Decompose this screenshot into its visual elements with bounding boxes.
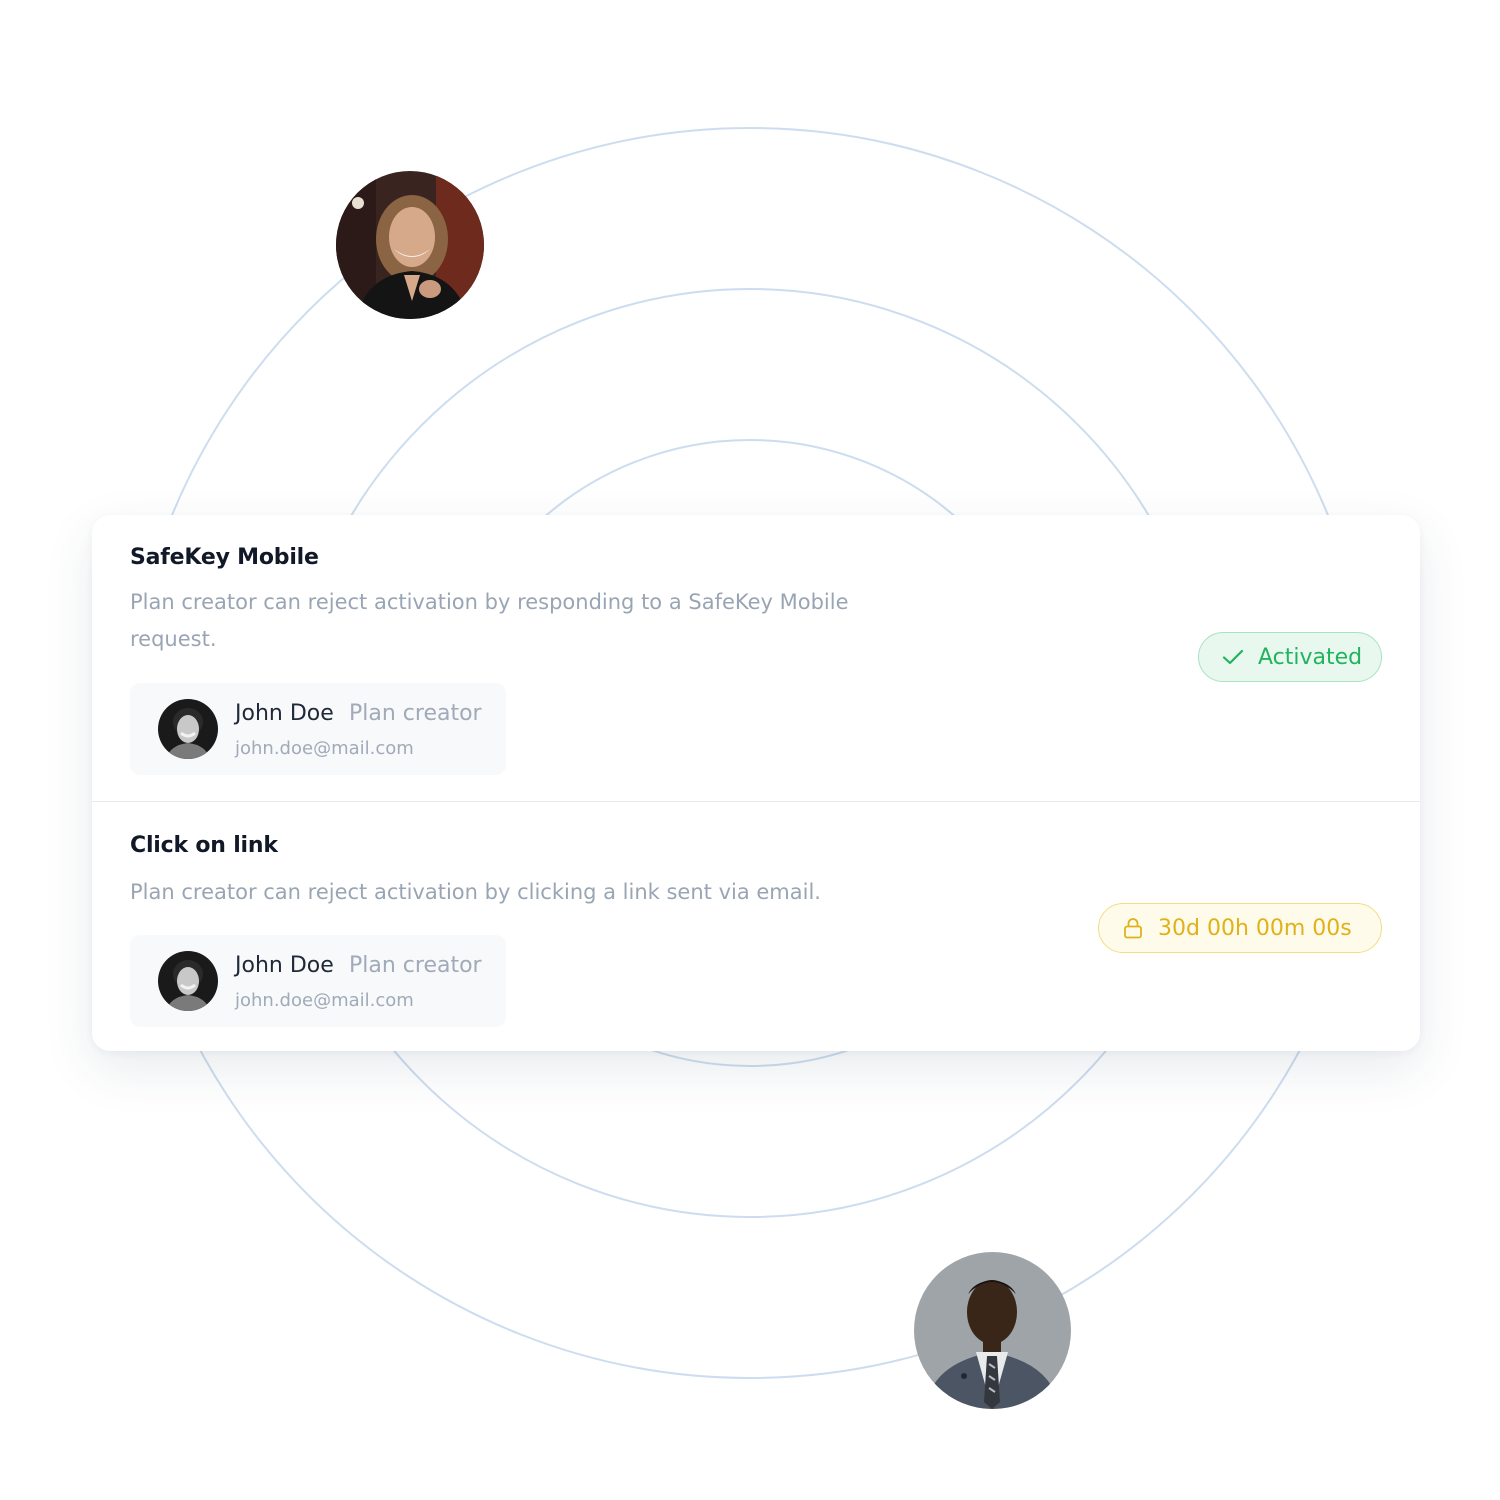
click-on-link-section: Click on link Plan creator can reject ac…: [92, 802, 1420, 1051]
woman-avatar: [336, 171, 484, 319]
user-chip[interactable]: John Doe Plan creator john.doe@mail.com: [130, 935, 506, 1027]
section-title: Click on link: [130, 833, 278, 858]
user-role: Plan creator: [349, 701, 482, 726]
check-icon: [1221, 645, 1245, 669]
stage: SafeKey Mobile Plan creator can reject a…: [0, 0, 1500, 1500]
man-in-suit-avatar: [914, 1252, 1071, 1409]
avatar: [158, 699, 218, 759]
lock-icon: [1121, 916, 1145, 940]
status-badge-countdown: 30d 00h 00m 00s: [1098, 903, 1382, 953]
section-title: SafeKey Mobile: [130, 545, 319, 570]
user-name: John Doe: [235, 953, 334, 978]
activation-methods-card: SafeKey Mobile Plan creator can reject a…: [92, 515, 1420, 1051]
user-role: Plan creator: [349, 953, 482, 978]
safekey-mobile-section: SafeKey Mobile Plan creator can reject a…: [92, 515, 1420, 801]
user-email: john.doe@mail.com: [235, 990, 414, 1011]
user-email: john.doe@mail.com: [235, 738, 414, 759]
section-description: Plan creator can reject activation by re…: [130, 590, 849, 651]
user-chip[interactable]: John Doe Plan creator john.doe@mail.com: [130, 683, 506, 775]
status-badge-activated: Activated: [1198, 632, 1382, 682]
user-name: John Doe: [235, 701, 334, 726]
countdown-label: 30d 00h 00m 00s: [1158, 915, 1352, 941]
avatar: [158, 951, 218, 1011]
status-label: Activated: [1258, 644, 1363, 670]
section-description: Plan creator can reject activation by cl…: [130, 880, 821, 904]
